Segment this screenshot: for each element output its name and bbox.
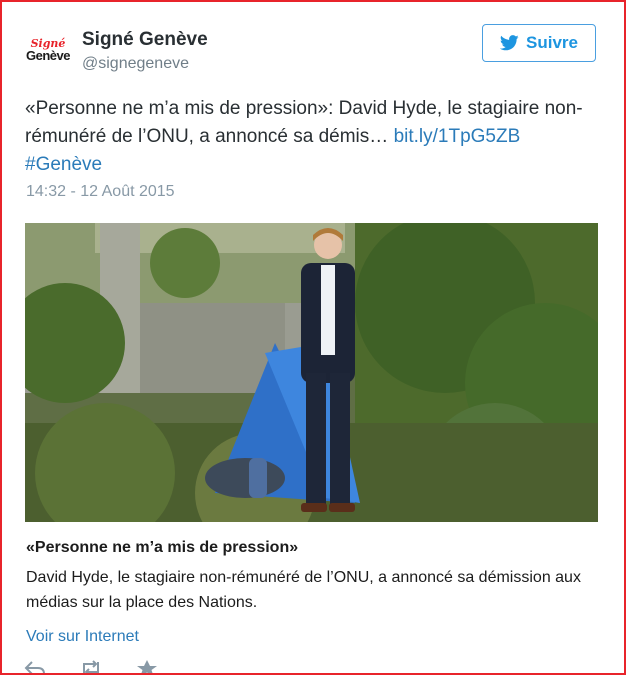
- tweet-link[interactable]: bit.ly/1TpG5ZB: [394, 126, 521, 147]
- bird-icon: [500, 35, 519, 51]
- tweet-text: «Personne ne m’a mis de pression»: David…: [25, 95, 600, 179]
- retweet-icon[interactable]: [80, 660, 102, 673]
- reply-icon[interactable]: [24, 660, 46, 673]
- avatar[interactable]: Signé Genève: [24, 30, 72, 70]
- tweet-photo[interactable]: [25, 223, 598, 522]
- account-handle[interactable]: @signegeneve: [82, 55, 189, 73]
- card-title[interactable]: «Personne ne m’a mis de pression»: [26, 539, 298, 557]
- tweet-timestamp[interactable]: 14:32 - 12 Août 2015: [26, 183, 175, 201]
- follow-button-label: Suivre: [526, 33, 578, 52]
- favorite-icon[interactable]: [136, 660, 158, 673]
- view-on-web-link[interactable]: Voir sur Internet: [26, 628, 139, 646]
- follow-button[interactable]: Suivre: [482, 24, 596, 62]
- tweet-hashtag[interactable]: #Genève: [25, 154, 102, 175]
- account-name[interactable]: Signé Genève: [82, 29, 208, 51]
- tweet-actions: [24, 660, 158, 673]
- card-description: David Hyde, le stagiaire non-rémunéré de…: [26, 569, 581, 611]
- avatar-logo-line2: Genève: [26, 48, 70, 63]
- tweet-card: Signé Genève Signé Genève @signegeneve S…: [2, 2, 622, 673]
- photo-image: [25, 223, 598, 522]
